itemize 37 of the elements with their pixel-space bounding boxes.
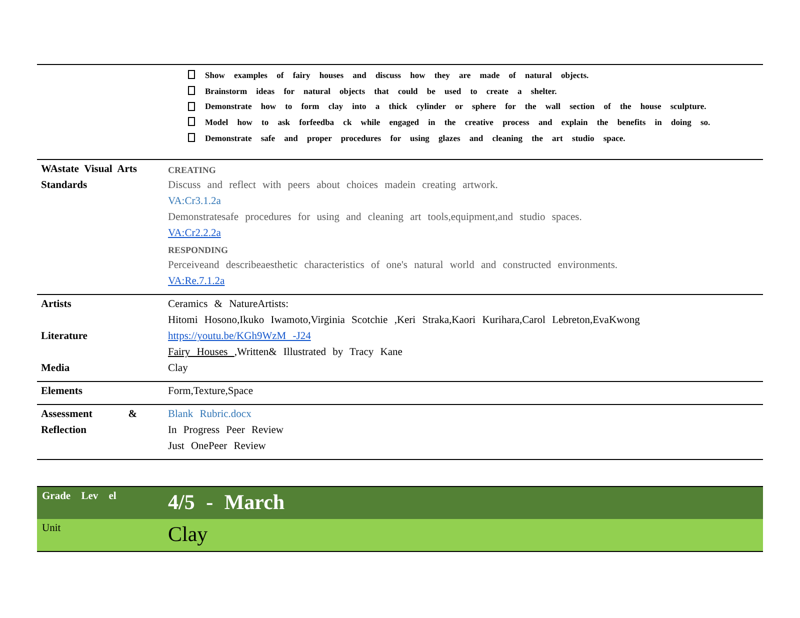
link[interactable]: https://youtu.be/KGh9WzM -J24: [168, 329, 763, 346]
bullet-icon: [188, 133, 195, 142]
row-label: WAstate Visual Arts Standards: [41, 163, 137, 194]
row-label: Literature: [41, 330, 88, 344]
standard-code: VA:Cr3.1.2a: [168, 195, 222, 210]
link[interactable]: VA:Cr2.2.2a: [168, 226, 763, 242]
bullet-icon: [188, 117, 195, 126]
row-label: Media: [41, 362, 71, 376]
activity-text: Show examples of fairy houses and discuss how they are made of natural objects.: [205, 70, 589, 80]
section-heading: RESPONDING: [168, 244, 230, 258]
section-heading: CREATING: [168, 164, 217, 178]
summary-value: Clay: [168, 521, 209, 548]
standard-code: Blank Rubric.docx: [168, 408, 252, 422]
activity-text: Demonstrate how to form clay into a thick cylinder or sphere for the wall section of the house sculpture.: [205, 101, 706, 112]
summary-value: 4/5 - March: [168, 489, 286, 516]
row-label: Artists: [41, 298, 72, 312]
row-label: Assessment & Reflection: [41, 408, 137, 438]
text-line: Just OnePeer Review: [168, 440, 267, 454]
summary-label: Unit: [41, 522, 62, 536]
text-line: Form,Texture,Space: [168, 385, 254, 400]
link[interactable]: VA:Re.7.1.2a: [168, 274, 763, 290]
activity-text: Demonstrate safe and proper procedures for using glazes and cleaning the art studio space.: [205, 132, 626, 143]
activity-text: Model how to ask forfeedba ck while engaged in the creative process and explain the benefits in doing so.: [205, 116, 710, 127]
text-line: Ceramics & NatureArtists:: [168, 298, 290, 312]
bullet-icon: [188, 70, 195, 80]
text-line: In Progress Peer Review: [168, 424, 285, 438]
text-line: Clay: [168, 362, 189, 376]
activity-text: Brainstorm ideas for natural objects that could be used to create a shelter.: [205, 86, 557, 96]
row-label: Elements: [41, 385, 84, 400]
summary-label: Grade Lev el: [41, 490, 118, 504]
book-credit: Fairy Houses ,Written& Illustrated by Tracy Kane: [168, 346, 404, 360]
standard-text: Perceiveand describeaesthetic characteristics of one's natural world and constructed environments.: [168, 259, 619, 274]
text-line: Hitomi Hosono,Ikuko Iwamoto,Virginia Scotchie ,Keri Straka,Kaori Kurihara,Carol Lebreton,EvaKwong: [168, 314, 641, 328]
bullet-icon: [188, 102, 195, 111]
bullet-icon: [188, 86, 195, 96]
standard-text: Discuss and reflect with peers about choices madein creating artwork.: [168, 179, 499, 194]
standard-text: Demonstratesafe procedures for using and cleaning art tools,equipment,and studio spaces.: [168, 211, 583, 226]
